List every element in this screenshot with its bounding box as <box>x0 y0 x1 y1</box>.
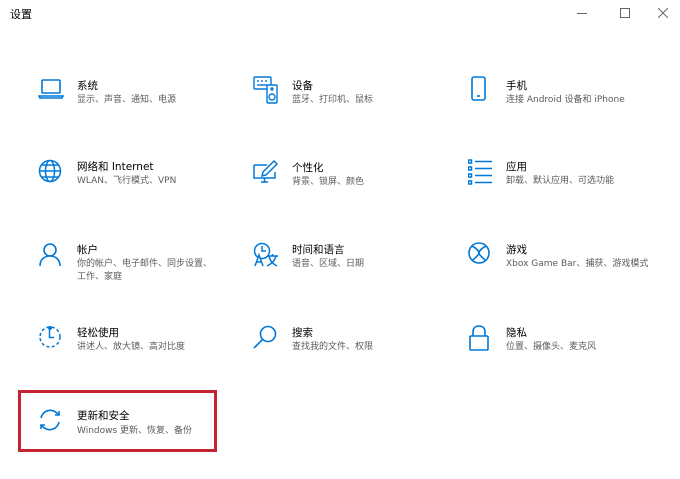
close-icon <box>658 8 668 18</box>
ease-of-access-icon <box>38 325 64 355</box>
close-button[interactable] <box>648 0 678 26</box>
settings-tile-time-language[interactable]: 时间和语言 语音、区域、日期 <box>253 242 453 288</box>
search-icon <box>253 325 279 355</box>
time-language-icon <box>253 242 279 272</box>
tile-description: 卸载、默认应用、可选功能 <box>506 176 615 186</box>
paint-monitor-icon <box>253 160 279 190</box>
tile-description: Xbox Game Bar、捕获、游戏模式 <box>506 259 649 269</box>
settings-tile-phone[interactable]: 手机 连接 Android 设备和 iPhone <box>468 76 668 122</box>
settings-tile-search[interactable]: 搜索 查找我的文件、权限 <box>253 325 453 371</box>
tile-name: 个性化 <box>292 162 324 174</box>
tile-description: 蓝牙、打印机、鼠标 <box>292 95 374 105</box>
laptop-icon <box>38 78 64 108</box>
title-bar: 设置 <box>0 0 680 28</box>
tile-name: 应用 <box>506 161 527 173</box>
phone-icon <box>468 76 494 106</box>
maximize-icon <box>620 8 630 18</box>
tile-description: 连接 Android 设备和 iPhone <box>506 95 625 105</box>
tile-name: 游戏 <box>506 244 527 256</box>
window-title: 设置 <box>10 8 32 21</box>
tile-description: 语音、区域、日期 <box>292 259 365 269</box>
settings-tile-personalization[interactable]: 个性化 背景、锁屏、颜色 <box>253 160 453 206</box>
minimize-icon <box>577 13 587 14</box>
minimize-button[interactable] <box>567 0 597 26</box>
tile-description: 查找我的文件、权限 <box>292 342 374 352</box>
tile-name: 搜索 <box>292 327 313 339</box>
xbox-icon <box>468 242 494 272</box>
settings-tile-ease-of-access[interactable]: 轻松使用 讲述人、放大镜、高对比度 <box>38 325 238 371</box>
tile-description: 你的帐户、电子邮件、同步设置、工作、家庭 <box>77 259 213 282</box>
tile-description: 背景、锁屏、颜色 <box>292 177 365 187</box>
settings-tile-gaming[interactable]: 游戏 Xbox Game Bar、捕获、游戏模式 <box>468 242 668 286</box>
person-icon <box>38 242 64 272</box>
maximize-button[interactable] <box>610 0 640 26</box>
tile-description: WLAN、飞行模式、VPN <box>77 176 177 186</box>
settings-tile-network[interactable]: 网络和 Internet WLAN、飞行模式、VPN <box>38 159 238 205</box>
highlight-box <box>18 390 217 452</box>
lock-icon <box>468 325 494 355</box>
tile-description: 讲述人、放大镜、高对比度 <box>77 342 186 352</box>
tile-name: 手机 <box>506 80 527 92</box>
settings-tile-privacy[interactable]: 隐私 位置、摄像头、麦克风 <box>468 325 668 371</box>
tile-name: 帐户 <box>77 244 98 256</box>
tile-name: 隐私 <box>506 327 527 339</box>
tile-name: 网络和 Internet <box>77 161 154 173</box>
settings-tile-system[interactable]: 系统 显示、声音、通知、电源 <box>38 78 238 124</box>
tile-name: 设备 <box>292 80 313 92</box>
tile-description: 显示、声音、通知、电源 <box>77 95 177 105</box>
app-list-icon <box>468 159 494 189</box>
tile-name: 时间和语言 <box>292 244 345 256</box>
settings-tile-apps[interactable]: 应用 卸载、默认应用、可选功能 <box>468 159 668 205</box>
tile-name: 轻松使用 <box>77 327 119 339</box>
settings-tile-devices[interactable]: 设备 蓝牙、打印机、鼠标 <box>253 76 453 122</box>
globe-icon <box>38 159 64 189</box>
settings-tile-accounts[interactable]: 帐户 你的帐户、电子邮件、同步设置、工作、家庭 <box>38 242 238 286</box>
tile-name: 系统 <box>77 80 98 92</box>
keyboard-speaker-icon <box>253 76 279 106</box>
tile-description: 位置、摄像头、麦克风 <box>506 342 597 352</box>
